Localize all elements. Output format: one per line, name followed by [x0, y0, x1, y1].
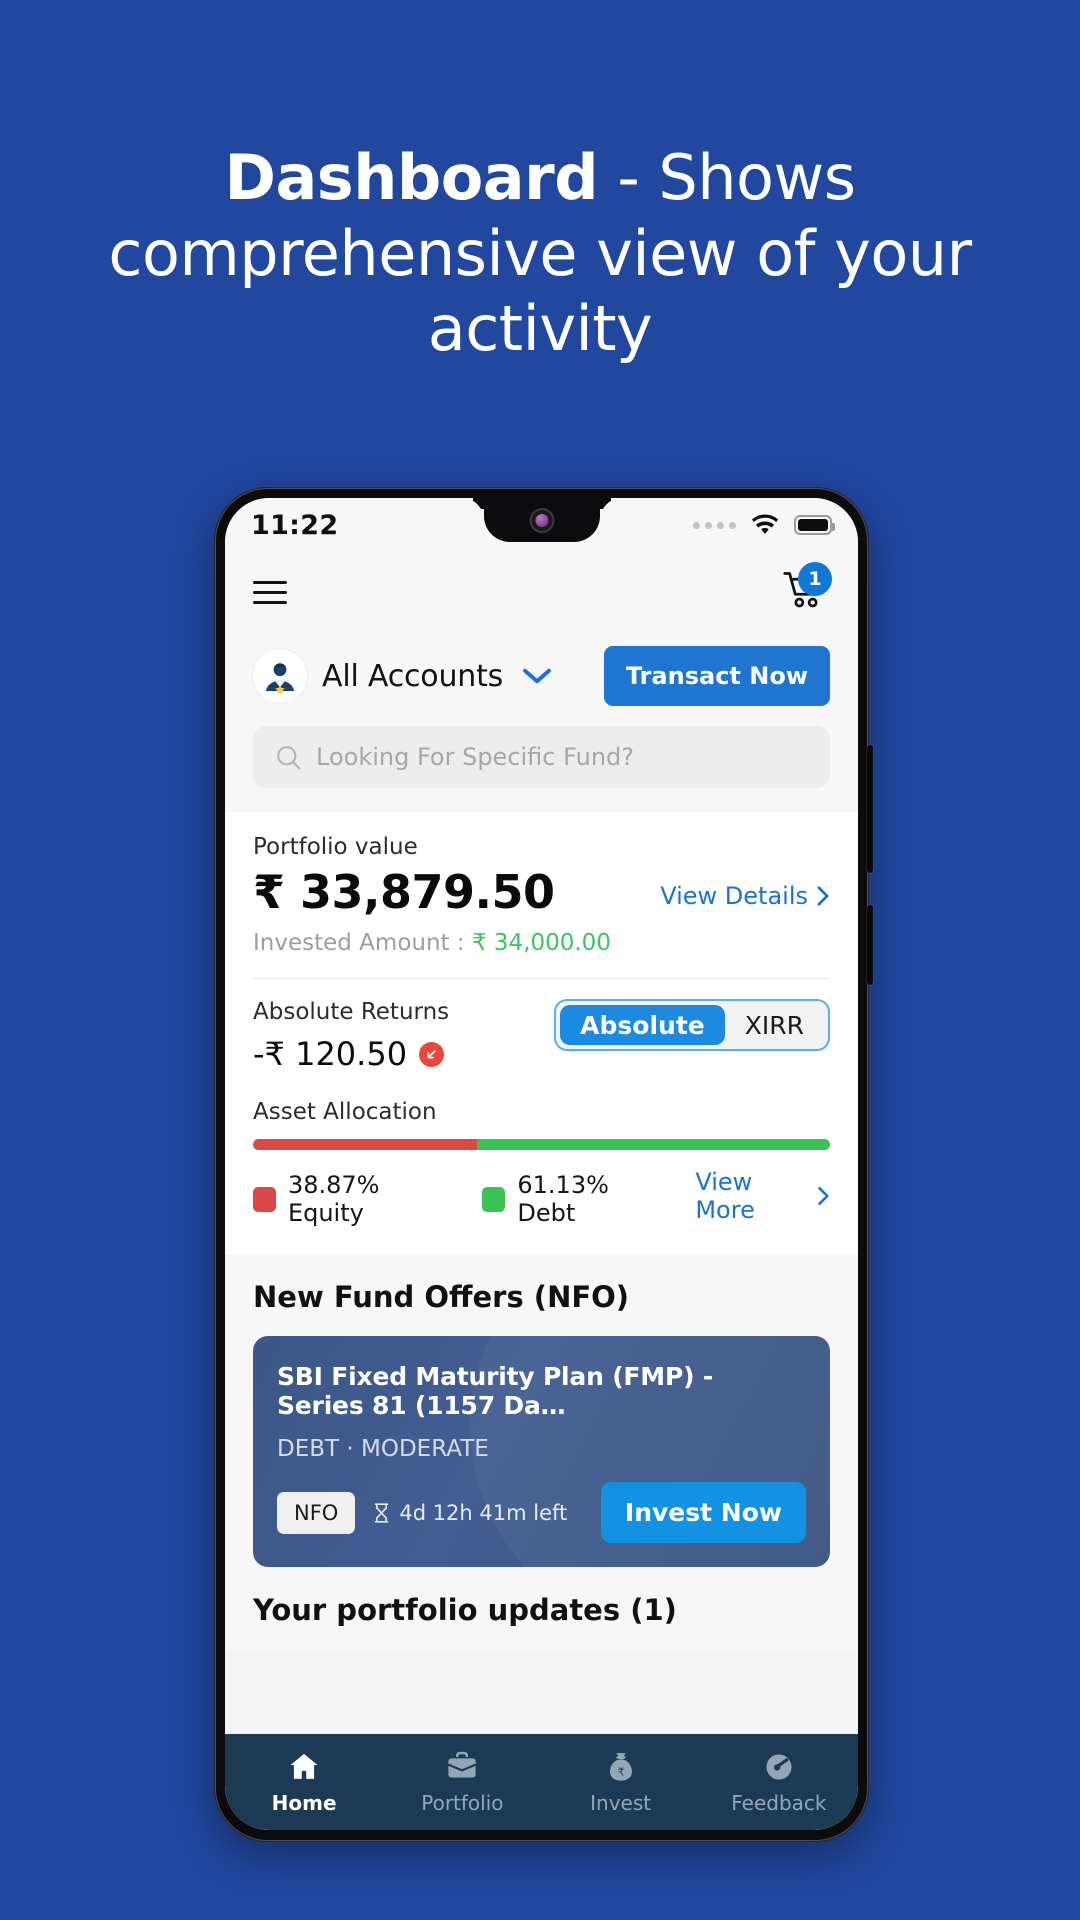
portfolio-value-amount: ₹ 33,879.50	[253, 865, 555, 919]
cart-badge: 1	[798, 562, 832, 596]
account-name: All Accounts	[322, 658, 504, 694]
nav-label-portfolio: Portfolio	[421, 1790, 504, 1815]
asset-allocation-legend: 38.87% Equity 61.13% Debt View More	[253, 1168, 830, 1250]
returns-label: Absolute Returns	[253, 999, 450, 1026]
chevron-right-icon	[818, 1187, 829, 1206]
nfo-timer-label: 4d 12h 41m left	[399, 1500, 568, 1525]
nfo-card[interactable]: SBI Fixed Maturity Plan (FMP) - Series 8…	[253, 1336, 830, 1568]
briefcase-icon	[448, 1751, 477, 1777]
signal-dots-icon	[693, 521, 736, 529]
power-button[interactable]	[867, 905, 873, 985]
legend-swatch-equity	[253, 1186, 276, 1212]
wifi-icon	[751, 514, 779, 535]
returns-toggle[interactable]: Absolute XIRR	[554, 999, 830, 1052]
account-selector[interactable]: All Accounts	[253, 649, 552, 703]
hamburger-menu-icon[interactable]	[253, 580, 287, 604]
returns-row: Absolute Returns -₹ 120.50 Absolute XIRR	[253, 999, 830, 1073]
asset-allocation-segment-equity	[253, 1139, 478, 1151]
view-more-link[interactable]: View More	[695, 1168, 830, 1230]
arrow-down-right-icon	[419, 1041, 445, 1067]
invest-now-button[interactable]: Invest Now	[600, 1482, 806, 1544]
nfo-chip: NFO	[277, 1491, 356, 1534]
portfolio-value-label: Portfolio value	[253, 834, 418, 860]
cart-button[interactable]: 1	[782, 562, 832, 616]
volume-button[interactable]	[867, 745, 873, 873]
nfo-category: DEBT · MODERATE	[277, 1436, 489, 1463]
nav-item-feedback[interactable]: Feedback	[700, 1750, 858, 1815]
view-details-link[interactable]: View Details	[660, 882, 830, 916]
nav-label-home: Home	[271, 1790, 337, 1815]
portfolio-value-row: ₹ 33,879.50 View Details	[253, 868, 830, 916]
returns-info: Absolute Returns -₹ 120.50	[253, 999, 449, 1073]
status-bar: 11:22	[225, 498, 858, 552]
transact-now-button[interactable]: Transact Now	[603, 646, 830, 706]
money-bag-rupee-icon: ₹	[609, 1752, 632, 1781]
legend-label-equity: 38.87% Equity	[287, 1171, 380, 1228]
svg-text:₹: ₹	[617, 1765, 624, 1778]
view-details-label: View Details	[660, 882, 808, 911]
bottom-navigation: Home Portfolio ₹ Invest Feedback	[225, 1734, 858, 1830]
chevron-right-icon	[817, 886, 829, 906]
toggle-xirr[interactable]: XIRR	[725, 1005, 824, 1045]
promo-headline-strong: Dashboard	[224, 141, 599, 214]
search-icon	[277, 745, 301, 770]
portfolio-card: Portfolio value ₹ 33,879.50 View Details…	[225, 812, 858, 1255]
battery-full-icon	[794, 515, 835, 535]
divider	[253, 978, 830, 980]
search-input[interactable]: Looking For Specific Fund?	[253, 726, 830, 788]
nfo-fund-name: SBI Fixed Maturity Plan (FMP) - Series 8…	[277, 1362, 714, 1421]
promo-headline: Dashboard - Shows comprehensive view of …	[0, 140, 1080, 367]
invested-amount-row: Invested Amount : ₹ 34,000.00	[253, 930, 830, 956]
invested-amount-value: ₹ 34,000.00	[471, 930, 611, 957]
nav-item-invest[interactable]: ₹ Invest	[542, 1750, 700, 1815]
status-bar-time: 11:22	[251, 509, 339, 541]
home-icon	[290, 1753, 318, 1779]
nfo-section-title: New Fund Offers (NFO)	[253, 1280, 630, 1315]
nav-item-portfolio[interactable]: Portfolio	[383, 1750, 541, 1815]
legend-item-debt: 61.13% Debt	[482, 1171, 661, 1227]
returns-value: -₹ 120.50	[253, 1035, 408, 1074]
toggle-absolute[interactable]: Absolute	[560, 1005, 725, 1046]
nav-label-invest: Invest	[590, 1790, 652, 1815]
asset-allocation-label: Asset Allocation	[253, 1099, 437, 1126]
nfo-timer: 4d 12h 41m left	[373, 1501, 567, 1525]
view-more-label: View More	[695, 1168, 755, 1225]
status-bar-icons	[693, 514, 835, 536]
nfo-card-footer: NFO 4d 12h 41m left Invest Now	[277, 1482, 806, 1544]
hourglass-icon	[375, 1503, 389, 1523]
asset-allocation-segment-debt	[477, 1139, 830, 1151]
search-placeholder: Looking For Specific Fund?	[316, 743, 635, 771]
phone-mockup: 11:22 1 All Accounts Transact Now Lookin…	[214, 487, 873, 1842]
legend-swatch-debt	[482, 1186, 506, 1212]
legend-item-equity: 38.87% Equity	[253, 1171, 448, 1227]
search-section: Looking For Specific Fund?	[225, 716, 858, 812]
portfolio-updates-title: Your portfolio updates (1)	[225, 1567, 858, 1652]
invested-amount-label: Invested Amount :	[253, 930, 472, 957]
app-header: 1	[225, 552, 858, 632]
legend-label-debt: 61.13% Debt	[517, 1171, 609, 1228]
nfo-section: New Fund Offers (NFO) SBI Fixed Maturity…	[225, 1254, 858, 1568]
chevron-down-icon	[523, 668, 552, 684]
speedometer-icon	[766, 1753, 792, 1780]
account-selector-row: All Accounts Transact Now	[225, 632, 858, 716]
nav-item-home[interactable]: Home	[225, 1750, 383, 1815]
returns-value-row: -₹ 120.50	[253, 1035, 449, 1073]
asset-allocation-bar	[253, 1139, 830, 1151]
user-avatar-icon	[253, 649, 307, 703]
nav-label-feedback: Feedback	[731, 1790, 827, 1815]
phone-screen: 11:22 1 All Accounts Transact Now Lookin…	[225, 498, 858, 1830]
